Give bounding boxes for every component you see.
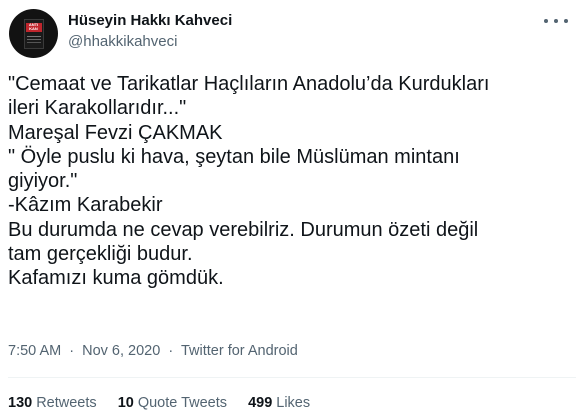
retweets-label: Retweets [36,395,97,411]
retweets-stat[interactable]: 130 Retweets [8,393,97,413]
tweet-stats: 130 Retweets 10 Quote Tweets 499 Likes [8,393,327,413]
tweet-line: Mareşal Fevzi ÇAKMAK [8,121,223,144]
quote-tweets-label: Quote Tweets [137,395,228,411]
tweet: ANTI KAN Hüseyin Hakkı Kahveci @hhakkika… [0,0,584,416]
tweet-line: Bu durumda ne cevap verebilriz. Durumun … [8,218,479,241]
book-band: ANTI KAN [25,22,42,32]
tweet-line: " Öyle puslu ki hava, şeytan bile Müslüm… [8,145,460,168]
author-handle[interactable]: @hhakkikahveci [68,32,232,52]
tweet-source[interactable]: Twitter for Android [181,343,298,359]
likes-count: 499 [248,395,273,411]
meta-separator: · [69,343,75,359]
divider [8,377,576,378]
quote-tweets-count: 10 [117,395,134,411]
tweet-meta: 7:50 AM · Nov 6, 2020 · Twitter for Andr… [8,341,298,361]
tweet-line: giyiyor." [8,170,78,193]
tweet-time[interactable]: 7:50 AM [8,343,61,359]
tweet-line: -Kâzım Karabekir [8,194,163,217]
retweets-count: 130 [8,395,33,411]
tweet-text: "Cemaat ve Tarikatlar Haçlıların Anadolu… [8,72,576,291]
more-options-icon[interactable] [544,14,568,28]
author-display-name[interactable]: Hüseyin Hakkı Kahveci [68,11,232,31]
book-cover-image: ANTI KAN [23,18,44,49]
tweet-line: Kafamızı kuma gömdük. [8,267,224,290]
author-names: Hüseyin Hakkı Kahveci @hhakkikahveci [68,11,232,52]
quote-tweets-stat[interactable]: 10 Quote Tweets [118,393,227,413]
tweet-line: ileri Karakollarıdır..." [8,97,187,120]
meta-separator: · [168,343,174,359]
tweet-line: tam gerçekliği budur. [8,243,193,266]
likes-label: Likes [276,395,311,411]
likes-stat[interactable]: 499 Likes [248,393,310,413]
tweet-line: "Cemaat ve Tarikatlar Haçlıların Anadolu… [8,73,490,95]
tweet-date[interactable]: Nov 6, 2020 [82,343,160,359]
avatar[interactable]: ANTI KAN [9,9,58,58]
